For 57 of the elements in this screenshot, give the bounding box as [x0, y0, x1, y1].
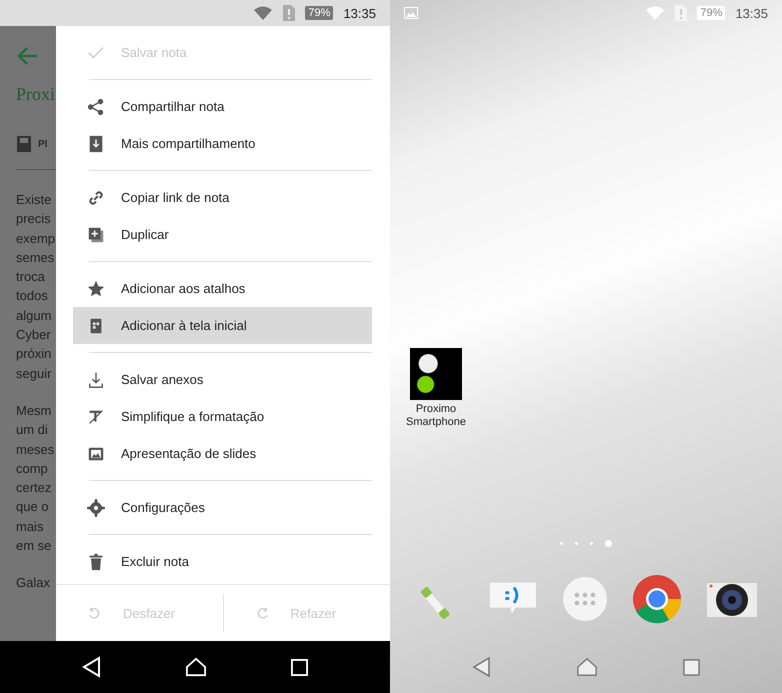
note-text-line: comp: [16, 460, 49, 478]
menu-item[interactable]: Adicionar aos atalhos: [73, 270, 372, 307]
wifi-icon: [253, 5, 274, 21]
redo-icon: [256, 606, 268, 620]
note-text-line: certez: [16, 479, 52, 498]
clock-time: 13:35: [343, 6, 376, 20]
format-icon: [87, 408, 105, 426]
note-text-line: mais: [16, 518, 44, 536]
menu-item[interactable]: Apresentação de slides: [73, 435, 372, 472]
star-icon: [87, 280, 105, 298]
back-icon[interactable]: [82, 656, 102, 678]
note-text-line: precis: [16, 210, 52, 228]
menu-item[interactable]: Copiar link de nota: [73, 179, 372, 216]
menu-item[interactable]: Mais compartilhamento: [73, 125, 372, 162]
trash-icon: [87, 552, 105, 570]
note-text-line: seguir: [16, 364, 52, 383]
link-icon: [87, 188, 105, 206]
attachment-label: Pl: [38, 138, 48, 150]
undo-icon: [88, 606, 101, 620]
note-text-line: Galax: [16, 574, 50, 592]
battery-indicator: 79%: [305, 6, 334, 20]
clock-time: 13:35: [735, 6, 768, 20]
note-text-line: um di: [16, 421, 49, 440]
note-text-line: algum: [16, 306, 52, 325]
note-text-line: Cyber: [16, 326, 52, 344]
book-icon: [16, 135, 32, 153]
duplicate-icon: [87, 226, 105, 244]
note-text-line: meses: [16, 440, 54, 459]
note-text-line: troca: [16, 268, 46, 286]
note-text-line: Mesm: [16, 402, 52, 420]
note-text-line: próxin: [16, 345, 52, 364]
photo-placeholder: [410, 348, 462, 400]
menu-item[interactable]: Compartilhar nota: [73, 88, 372, 125]
note-text-line: semes: [16, 248, 56, 267]
menu-item[interactable]: Duplicar: [73, 216, 372, 253]
note-text-line: em se: [16, 537, 52, 556]
download-icon: [87, 370, 105, 388]
wifi-icon: [645, 5, 666, 21]
menu-item[interactable]: Excluir nota: [73, 543, 372, 580]
menu-item[interactable]: Adicionar à tela inicial: [73, 307, 372, 344]
app-shortcut[interactable]: Proximo Smartphone: [404, 348, 468, 429]
image-icon: [404, 7, 418, 19]
note-text-line: todos: [16, 287, 49, 306]
note-text-line: que o: [16, 498, 50, 516]
download-icon: [87, 134, 105, 152]
menu-item[interactable]: Configurações: [73, 489, 372, 526]
menu-item[interactable]: Salvar anexos: [73, 361, 372, 398]
sim-alert-icon: [283, 5, 296, 21]
note-text-line: exemp: [16, 230, 56, 248]
note-title: Proxi: [16, 84, 56, 105]
menu-item[interactable]: Simplifique a formatação: [73, 398, 372, 435]
share-icon: [87, 98, 105, 116]
slideshow-icon: [87, 444, 105, 462]
battery-indicator: 79%: [697, 6, 726, 20]
sim-alert-icon: [675, 5, 688, 21]
note-text-line: Existe: [16, 191, 52, 209]
browser-icon[interactable]: [632, 574, 682, 624]
